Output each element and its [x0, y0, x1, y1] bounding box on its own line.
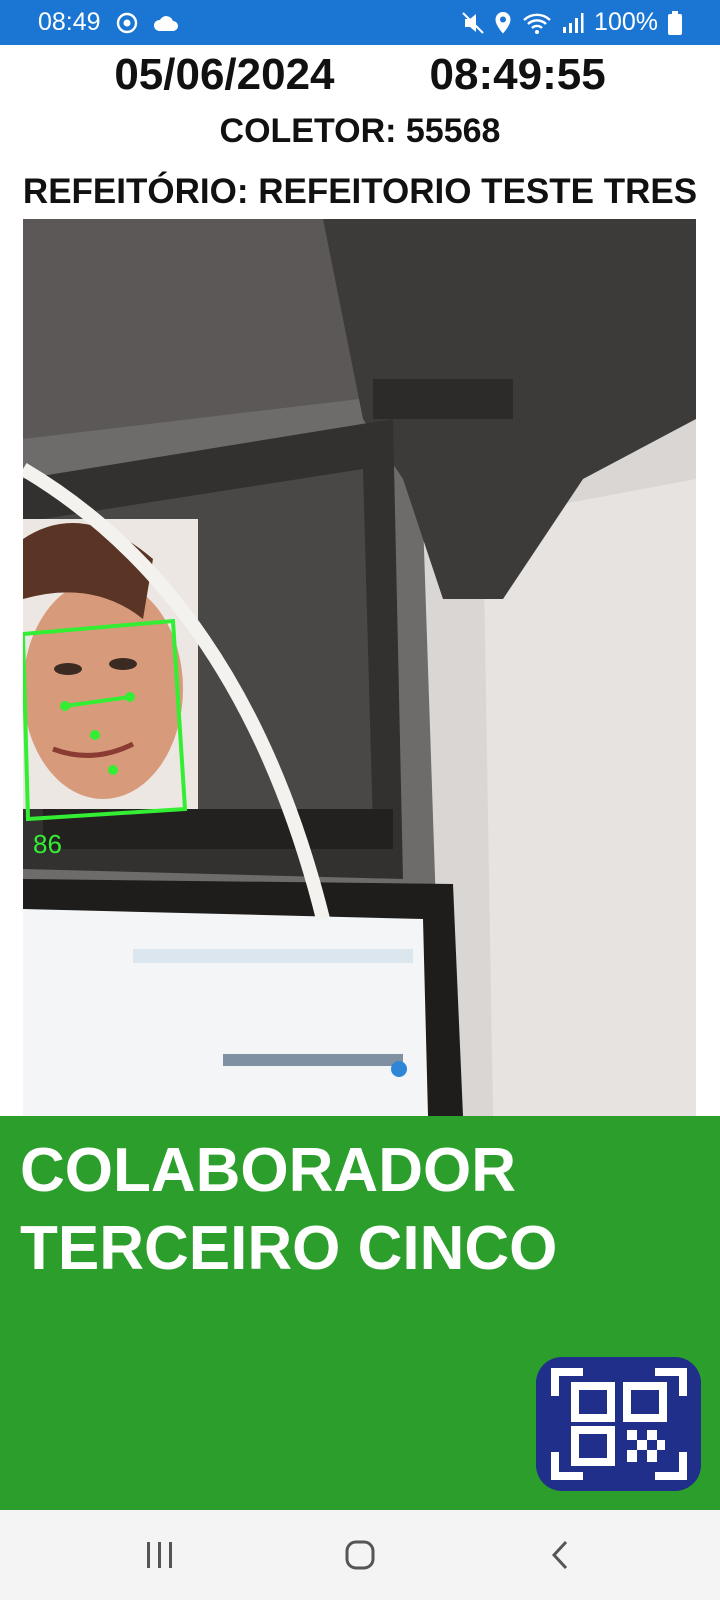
result-panel: COLABORADOR TERCEIRO CINCO [0, 1116, 720, 1510]
qr-scan-button[interactable] [536, 1357, 701, 1491]
camera-preview: 86 [23, 219, 696, 1116]
status-left: 08:49 [38, 8, 179, 37]
date-time-row: 05/06/2024 08:49:55 [0, 50, 720, 108]
back-icon [551, 1540, 568, 1570]
employee-name-line2: TERCEIRO CINCO [20, 1214, 558, 1283]
recent-apps-icon [147, 1542, 172, 1568]
qr-code-scan-icon [550, 1368, 687, 1480]
cloud-icon [153, 13, 179, 33]
home-icon [345, 1540, 375, 1570]
back-button[interactable] [520, 1525, 600, 1585]
current-time: 08:49:55 [429, 50, 606, 99]
status-time: 08:49 [38, 8, 101, 36]
employee-name-line1: COLABORADOR [20, 1136, 516, 1205]
battery-icon [668, 10, 682, 35]
mute-icon [462, 11, 484, 35]
signal-icon [562, 12, 584, 34]
current-date: 05/06/2024 [114, 50, 335, 99]
status-right: 100% [462, 8, 682, 37]
battery-text: 100% [594, 8, 658, 36]
refeitorio-label: REFEITÓRIO: REFEITORIO TESTE TRES [22, 172, 698, 211]
wifi-icon [522, 11, 552, 35]
location-icon [494, 11, 512, 35]
employee-name: COLABORADOR TERCEIRO CINCO [20, 1132, 620, 1288]
navigation-bar [0, 1510, 720, 1600]
sync-icon [115, 11, 139, 35]
face-score: 86 [33, 829, 62, 859]
status-bar: 08:49 100% [0, 0, 720, 45]
home-button[interactable] [320, 1525, 400, 1585]
recent-apps-button[interactable] [120, 1525, 200, 1585]
collector-label: COLETOR: 55568 [219, 112, 501, 150]
